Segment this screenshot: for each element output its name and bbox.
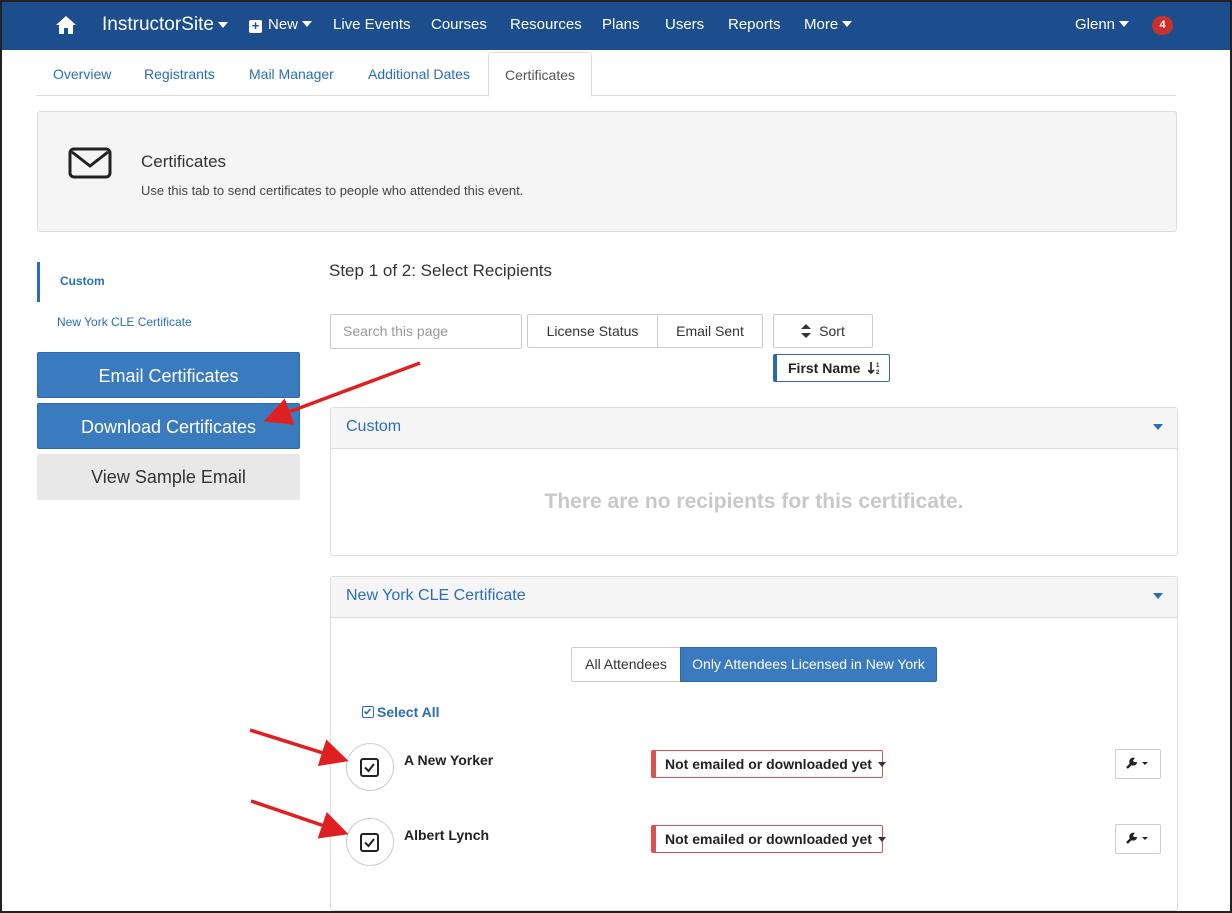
recipient-checkbox[interactable] <box>346 743 394 791</box>
search-input[interactable]: Search this page <box>330 314 522 349</box>
arrow-to-checkbox-1 <box>249 728 349 767</box>
actions-menu-button[interactable] <box>1115 824 1161 854</box>
nav-reports[interactable]: Reports <box>728 2 781 50</box>
chevron-down-icon <box>302 21 313 27</box>
nav-new-label: New <box>268 16 299 33</box>
chevron-down-icon <box>1119 21 1130 27</box>
top-navbar: InstructorSite + New Live Events Courses … <box>2 2 1230 50</box>
wrench-icon <box>1126 757 1148 769</box>
nav-resources[interactable]: Resources <box>510 2 582 50</box>
brand-label: InstructorSite <box>102 14 214 35</box>
recipient-name: A New Yorker <box>404 752 494 768</box>
tab-overview[interactable]: Overview <box>37 52 127 96</box>
checkbox-icon <box>362 706 374 718</box>
email-sent-filter[interactable]: Email Sent <box>657 314 763 348</box>
home-icon[interactable] <box>55 2 77 50</box>
wrench-icon <box>1126 832 1148 844</box>
svg-text:2: 2 <box>876 370 880 375</box>
ny-panel-title: New York CLE Certificate <box>346 587 526 604</box>
chevron-down-icon <box>1153 593 1163 599</box>
nav-new[interactable]: + New <box>249 2 313 50</box>
event-tabs: Overview Registrants Mail Manager Additi… <box>36 52 1176 97</box>
brand-menu[interactable]: InstructorSite <box>102 2 228 50</box>
license-status-filter[interactable]: License Status <box>527 314 658 348</box>
status-dropdown[interactable]: Not emailed or downloaded yet <box>651 750 886 778</box>
info-box: Certificates Use this tab to send certif… <box>37 111 1177 232</box>
user-name: Glenn <box>1075 16 1116 33</box>
tab-mail-manager[interactable]: Mail Manager <box>233 52 350 96</box>
notification-badge[interactable]: 4 <box>1152 16 1173 35</box>
sort-icon <box>801 324 812 338</box>
tab-additional-dates[interactable]: Additional Dates <box>352 52 486 96</box>
svg-text:1: 1 <box>876 363 880 369</box>
checkbox-icon <box>360 758 379 777</box>
actions-menu-button[interactable] <box>1115 749 1161 779</box>
sort-button[interactable]: Sort <box>773 314 873 348</box>
sidebar-active-indicator <box>37 262 40 302</box>
select-all-link[interactable]: Select All <box>362 704 440 720</box>
tab-registrants[interactable]: Registrants <box>128 52 231 96</box>
download-certificates-button[interactable]: Download Certificates <box>37 403 300 449</box>
info-title: Certificates <box>141 152 227 171</box>
chevron-down-icon <box>877 762 886 767</box>
recipient-name: Albert Lynch <box>404 827 490 843</box>
sort-alpha-icon: 1 2 <box>867 355 882 381</box>
custom-panel-title: Custom <box>346 418 402 435</box>
nav-live-events[interactable]: Live Events <box>333 2 411 50</box>
sort-label: Sort <box>819 323 845 339</box>
sort-field-chip[interactable]: First Name 1 2 <box>773 354 890 382</box>
view-sample-email-button[interactable]: View Sample Email <box>37 454 300 500</box>
info-description: Use this tab to send certificates to peo… <box>141 183 524 198</box>
status-label: Not emailed or downloaded yet <box>665 756 872 772</box>
select-all-label: Select All <box>377 704 440 720</box>
licensed-attendees-toggle[interactable]: Only Attendees Licensed in New York <box>680 647 937 682</box>
chevron-down-icon <box>217 22 228 28</box>
checkbox-icon <box>360 833 379 852</box>
nav-users[interactable]: Users <box>665 2 704 50</box>
status-label: Not emailed or downloaded yet <box>665 831 872 847</box>
nav-plans[interactable]: Plans <box>602 2 640 50</box>
email-certificates-button[interactable]: Email Certificates <box>37 352 300 398</box>
chevron-down-icon <box>842 21 853 27</box>
nav-more[interactable]: More <box>804 2 853 50</box>
sort-field-label: First Name <box>788 360 861 376</box>
status-dropdown[interactable]: Not emailed or downloaded yet <box>651 825 886 853</box>
ny-cle-certificate-panel: New York CLE Certificate <box>330 576 1178 911</box>
step-title: Step 1 of 2: Select Recipients <box>329 261 553 280</box>
empty-recipients-message: There are no recipients for this certifi… <box>544 490 964 513</box>
arrow-to-checkbox-2 <box>250 799 349 839</box>
sidebar-link-custom[interactable]: Custom <box>60 274 105 288</box>
ny-panel-header[interactable]: New York CLE Certificate <box>331 577 1177 618</box>
all-attendees-toggle[interactable]: All Attendees <box>571 647 681 682</box>
sidebar-link-ny-cle[interactable]: New York CLE Certificate <box>57 315 192 329</box>
plus-icon: + <box>249 19 262 33</box>
recipient-checkbox[interactable] <box>346 818 394 866</box>
envelope-icon <box>68 147 112 184</box>
custom-certificate-panel: Custom There are no recipients for this … <box>330 407 1178 556</box>
chevron-down-icon <box>1153 424 1163 430</box>
nav-courses[interactable]: Courses <box>431 2 487 50</box>
user-menu[interactable]: Glenn <box>1075 2 1130 50</box>
chevron-down-icon <box>877 837 886 842</box>
custom-panel-header[interactable]: Custom <box>331 408 1177 449</box>
tab-certificates[interactable]: Certificates <box>488 52 593 97</box>
nav-more-label: More <box>804 16 839 33</box>
screenshot-frame: InstructorSite + New Live Events Courses … <box>0 0 1232 913</box>
